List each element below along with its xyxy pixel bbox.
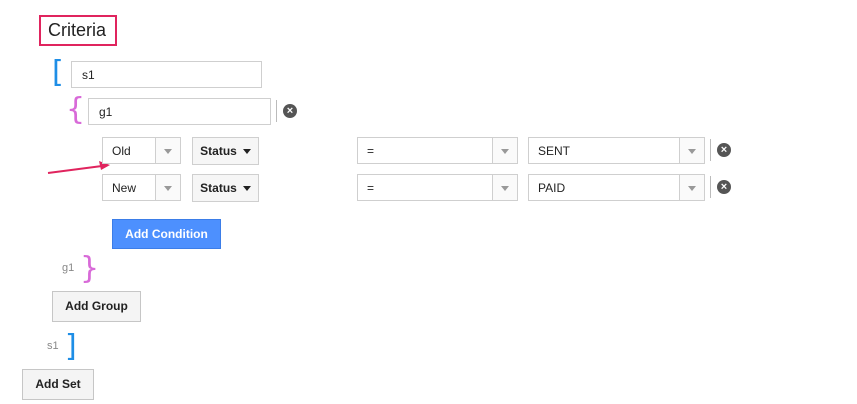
group-close-bracket: }: [80, 251, 100, 286]
set-open-bracket: [: [52, 55, 64, 90]
caret-down-icon: [242, 186, 251, 192]
chevron-down-icon: [688, 186, 696, 191]
dropdown-arrow[interactable]: [155, 138, 180, 163]
qualifier-select-value: Old: [112, 144, 131, 158]
qualifier-select-value: New: [112, 181, 137, 195]
dropdown-arrow[interactable]: [679, 138, 704, 163]
value-select[interactable]: PAID: [528, 174, 705, 201]
input-divider: [710, 176, 711, 198]
field-dropdown-label: Status: [200, 144, 237, 158]
input-divider: [710, 139, 711, 161]
set-close-bracket: ]: [65, 329, 77, 364]
value-select-value: SENT: [538, 144, 571, 158]
set-name-input[interactable]: s1: [71, 61, 262, 88]
qualifier-select[interactable]: Old: [102, 137, 181, 164]
remove-condition-icon[interactable]: ×: [717, 143, 731, 157]
operator-select-value: =: [367, 181, 375, 195]
field-dropdown-button[interactable]: Status: [192, 137, 259, 165]
field-dropdown-label: Status: [200, 181, 237, 195]
value-select[interactable]: SENT: [528, 137, 705, 164]
field-dropdown-button[interactable]: Status: [192, 174, 259, 202]
add-set-button[interactable]: Add Set: [22, 369, 94, 400]
chevron-down-icon: [688, 149, 696, 154]
input-divider: [276, 100, 277, 122]
add-group-button[interactable]: Add Group: [52, 291, 141, 322]
group-name-input[interactable]: g1: [88, 98, 271, 125]
dropdown-arrow[interactable]: [679, 175, 704, 200]
chevron-down-icon: [501, 186, 509, 191]
operator-select-value: =: [367, 144, 375, 158]
caret-down-icon: [242, 149, 251, 155]
operator-select[interactable]: =: [357, 174, 518, 201]
chevron-down-icon: [164, 149, 172, 154]
page-title: Criteria: [48, 20, 107, 40]
add-condition-button[interactable]: Add Condition: [112, 219, 221, 249]
dropdown-arrow[interactable]: [492, 138, 517, 163]
dropdown-arrow[interactable]: [155, 175, 180, 200]
remove-group-icon[interactable]: ×: [283, 104, 297, 118]
value-select-value: PAID: [538, 181, 566, 195]
set-close-tag: s1: [47, 340, 59, 352]
qualifier-select[interactable]: New: [102, 174, 181, 201]
dropdown-arrow[interactable]: [492, 175, 517, 200]
operator-select[interactable]: =: [357, 137, 518, 164]
remove-condition-icon[interactable]: ×: [717, 180, 731, 194]
group-open-bracket: {: [66, 92, 86, 127]
chevron-down-icon: [501, 149, 509, 154]
chevron-down-icon: [164, 186, 172, 191]
group-close-tag: g1: [62, 262, 75, 274]
